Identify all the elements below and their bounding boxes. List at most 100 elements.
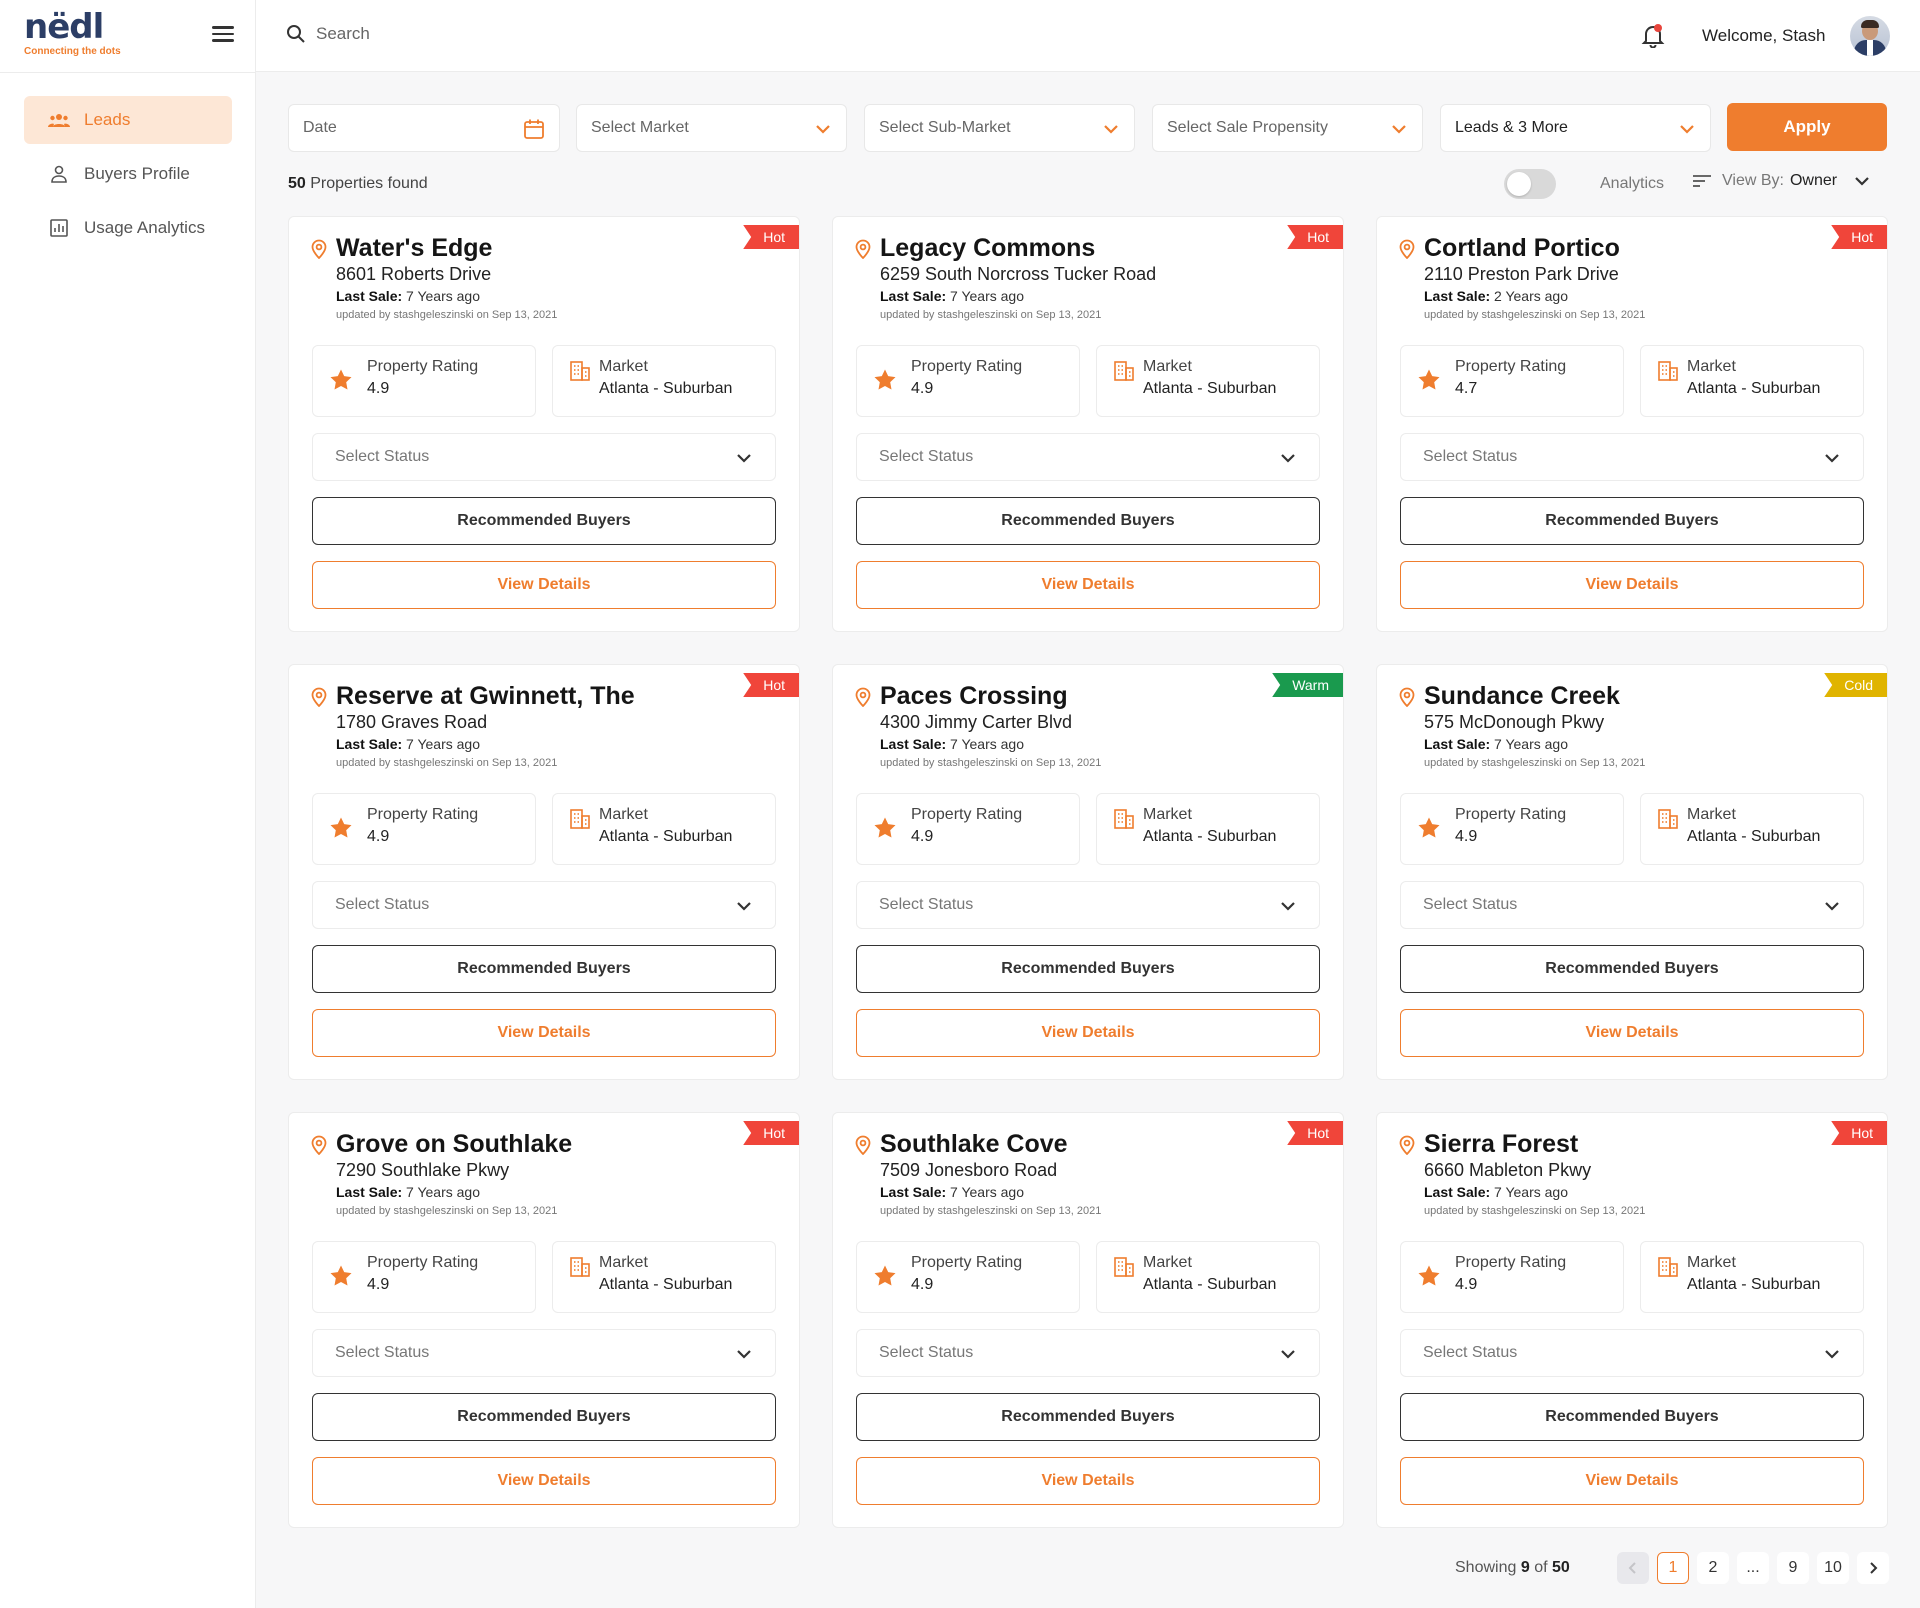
property-address: 7509 Jonesboro Road bbox=[880, 1160, 1058, 1180]
page-1-button[interactable]: 1 bbox=[1657, 1552, 1689, 1584]
recommended-buyers-button[interactable]: Recommended Buyers bbox=[856, 945, 1320, 993]
results-number: 50 bbox=[288, 175, 306, 192]
building-icon bbox=[1114, 361, 1134, 381]
property-address: 8601 Roberts Drive bbox=[336, 264, 492, 284]
showing-of: of bbox=[1534, 1559, 1548, 1576]
status-select[interactable]: Select Status bbox=[312, 881, 776, 929]
prev-page-button[interactable] bbox=[1617, 1552, 1649, 1584]
property-card: Hot Southlake Cove 7509 Jonesboro Road Last… bbox=[832, 1112, 1344, 1528]
market-box: Market Atlanta - Suburban bbox=[552, 793, 776, 865]
status-select[interactable]: Select Status bbox=[312, 1329, 776, 1377]
view-details-button[interactable]: View Details bbox=[856, 1009, 1320, 1057]
page-10-button[interactable]: 10 bbox=[1817, 1552, 1849, 1584]
view-details-button[interactable]: View Details bbox=[856, 1457, 1320, 1505]
last-sale: Last Sale: 2 Years ago bbox=[1424, 288, 1568, 304]
pagination-summary: Showing 9 of 50 bbox=[1455, 1559, 1570, 1577]
sidebar-item-leads[interactable]: Leads bbox=[24, 96, 232, 144]
rating-label: Property Rating bbox=[367, 1254, 479, 1271]
market-label: Market bbox=[1687, 806, 1736, 823]
bell-icon[interactable] bbox=[1640, 22, 1666, 48]
status-select[interactable]: Select Status bbox=[1400, 881, 1864, 929]
status-select[interactable]: Select Status bbox=[856, 881, 1320, 929]
last-sale-value: 7 Years ago bbox=[1494, 1184, 1568, 1200]
status-select[interactable]: Select Status bbox=[1400, 1329, 1864, 1377]
date-filter[interactable]: Date bbox=[288, 104, 560, 152]
property-rating-box: Property Rating 4.9 bbox=[856, 345, 1080, 417]
status-select[interactable]: Select Status bbox=[856, 1329, 1320, 1377]
status-select[interactable]: Select Status bbox=[856, 433, 1320, 481]
lead-temperature-badge: Hot bbox=[1831, 1121, 1887, 1145]
sidebar-item-label: Buyers Profile bbox=[84, 164, 190, 183]
brand-logo[interactable]: nëdl Connecting the dots bbox=[24, 10, 121, 57]
view-by-select[interactable]: View By: Owner bbox=[1692, 172, 1871, 190]
search-input[interactable]: Search bbox=[316, 24, 370, 44]
building-icon bbox=[1114, 1257, 1134, 1277]
property-address: 7290 Southlake Pkwy bbox=[336, 1160, 510, 1180]
chevron-right-icon bbox=[1870, 1562, 1878, 1574]
property-card: Hot Reserve at Gwinnett, The 1780 Graves R… bbox=[288, 664, 800, 1080]
updated-info: updated by stashgeleszinski on Sep 13, 2… bbox=[880, 757, 1102, 769]
last-sale-label: Last Sale: bbox=[336, 736, 403, 752]
menu-icon[interactable] bbox=[212, 26, 234, 44]
building-icon bbox=[1658, 1257, 1678, 1277]
property-rating-box: Property Rating 4.9 bbox=[856, 793, 1080, 865]
recommended-buyers-button[interactable]: Recommended Buyers bbox=[312, 1393, 776, 1441]
recommended-buyers-button[interactable]: Recommended Buyers bbox=[856, 1393, 1320, 1441]
sidebar-item-buyers-profile[interactable]: Buyers Profile bbox=[24, 150, 232, 198]
status-placeholder: Select Status bbox=[879, 448, 974, 465]
last-sale-value: 7 Years ago bbox=[1494, 736, 1568, 752]
page-9-button[interactable]: 9 bbox=[1777, 1552, 1809, 1584]
recommended-buyers-button[interactable]: Recommended Buyers bbox=[1400, 497, 1864, 545]
apply-button[interactable]: Apply bbox=[1727, 103, 1887, 151]
sidebar-nav: Leads Buyers Profile Usage Analytics bbox=[24, 96, 232, 258]
property-address: 4300 Jimmy Carter Blvd bbox=[880, 712, 1073, 732]
property-name: Sierra Forest bbox=[1424, 1130, 1579, 1158]
recommended-buyers-button[interactable]: Recommended Buyers bbox=[1400, 1393, 1864, 1441]
propensity-select[interactable]: Select Sale Propensity bbox=[1152, 104, 1423, 152]
next-page-button[interactable] bbox=[1857, 1552, 1889, 1584]
chevron-down-icon bbox=[816, 125, 830, 134]
view-details-button[interactable]: View Details bbox=[1400, 1009, 1864, 1057]
building-icon bbox=[1658, 361, 1678, 381]
location-pin-icon bbox=[311, 239, 327, 259]
last-sale-value: 7 Years ago bbox=[950, 736, 1024, 752]
rating-value: 4.9 bbox=[367, 828, 390, 845]
recommended-buyers-button[interactable]: Recommended Buyers bbox=[312, 945, 776, 993]
recommended-buyers-button[interactable]: Recommended Buyers bbox=[1400, 945, 1864, 993]
search-box[interactable]: Search bbox=[286, 24, 370, 44]
submarket-select[interactable]: Select Sub-Market bbox=[864, 104, 1135, 152]
star-icon bbox=[330, 817, 352, 838]
view-details-button[interactable]: View Details bbox=[312, 1009, 776, 1057]
lead-temperature-badge: Cold bbox=[1824, 673, 1887, 697]
property-card: Warm Paces Crossing 4300 Jimmy Carter Blvd… bbox=[832, 664, 1344, 1080]
view-details-button[interactable]: View Details bbox=[1400, 1457, 1864, 1505]
view-details-button[interactable]: View Details bbox=[312, 561, 776, 609]
last-sale: Last Sale: 7 Years ago bbox=[880, 1184, 1024, 1200]
property-name: Sundance Creek bbox=[1424, 682, 1620, 710]
results-count: 50 Properties found bbox=[288, 175, 428, 193]
property-card: Hot Sierra Forest 6660 Mableton Pkwy Last S… bbox=[1376, 1112, 1888, 1528]
chevron-down-icon bbox=[1855, 177, 1869, 186]
updated-info: updated by stashgeleszinski on Sep 13, 2… bbox=[336, 309, 558, 321]
view-details-button[interactable]: View Details bbox=[312, 1457, 776, 1505]
analytics-toggle[interactable] bbox=[1504, 169, 1556, 199]
view-details-button[interactable]: View Details bbox=[856, 561, 1320, 609]
avatar[interactable] bbox=[1850, 16, 1890, 56]
lead-temperature-badge: Hot bbox=[743, 225, 799, 249]
status-select[interactable]: Select Status bbox=[312, 433, 776, 481]
leads-select[interactable]: Leads & 3 More bbox=[1440, 104, 1711, 152]
page-2-button[interactable]: 2 bbox=[1697, 1552, 1729, 1584]
status-select[interactable]: Select Status bbox=[1400, 433, 1864, 481]
calendar-icon[interactable] bbox=[523, 118, 545, 140]
status-placeholder: Select Status bbox=[1423, 1344, 1518, 1361]
view-details-button[interactable]: View Details bbox=[1400, 561, 1864, 609]
last-sale: Last Sale: 7 Years ago bbox=[880, 736, 1024, 752]
status-placeholder: Select Status bbox=[335, 896, 430, 913]
showing-count: 9 bbox=[1520, 1559, 1530, 1576]
updated-info: updated by stashgeleszinski on Sep 13, 2… bbox=[880, 1205, 1102, 1217]
recommended-buyers-button[interactable]: Recommended Buyers bbox=[856, 497, 1320, 545]
sidebar-item-usage-analytics[interactable]: Usage Analytics bbox=[24, 204, 232, 252]
market-select[interactable]: Select Market bbox=[576, 104, 847, 152]
recommended-buyers-button[interactable]: Recommended Buyers bbox=[312, 497, 776, 545]
notification-badge bbox=[1654, 24, 1662, 32]
